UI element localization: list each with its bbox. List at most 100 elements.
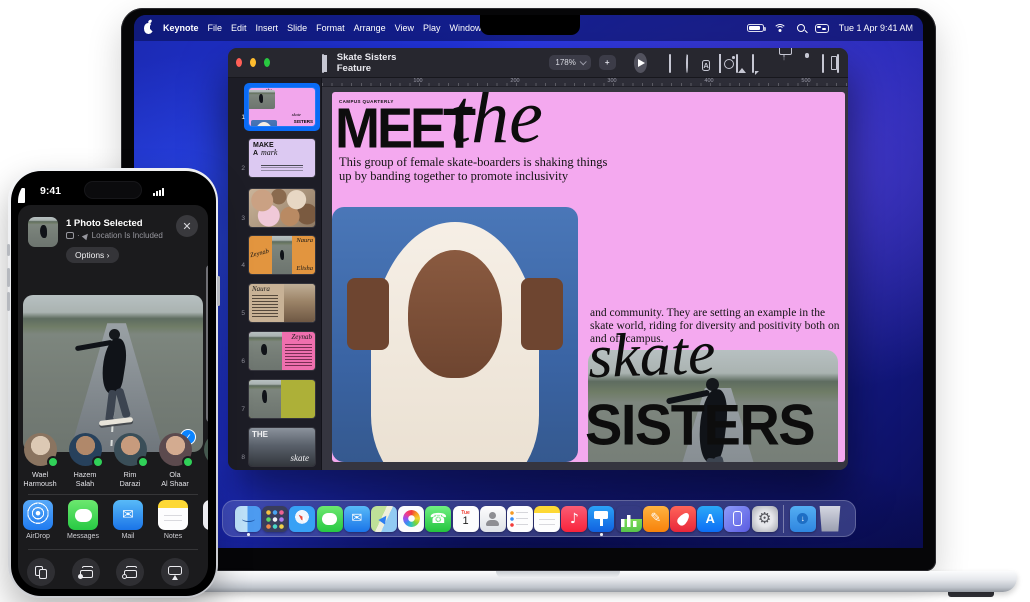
slide-thumbnail-5[interactable]: Naura — [249, 284, 315, 322]
text-box-icon[interactable]: A — [702, 55, 713, 71]
format-brush-icon[interactable] — [806, 55, 817, 71]
iphone-volume-up-button[interactable] — [7, 268, 10, 287]
menu-clock[interactable]: Tue 1 Apr 9:41 AM — [839, 23, 913, 33]
menu-slide[interactable]: Slide — [287, 23, 307, 33]
dock-safari[interactable] — [289, 506, 315, 532]
partial-app-icon[interactable] — [203, 500, 208, 530]
menu-edit[interactable]: Edit — [231, 23, 247, 33]
dock-reminders[interactable] — [507, 506, 533, 532]
table-icon[interactable] — [669, 55, 680, 71]
thumb-caption-lines — [252, 295, 278, 319]
dock-numbers[interactable] — [616, 506, 642, 532]
ruler-mark: 500 — [801, 78, 810, 84]
slide-tail-headline: SISTERS — [585, 391, 814, 457]
slide-headline-script: the — [450, 92, 543, 161]
menu-insert[interactable]: Insert — [256, 23, 279, 33]
dock-finder[interactable] — [235, 506, 261, 532]
contact-avatar[interactable] — [204, 433, 208, 466]
add-to-shared-album-button[interactable] — [116, 558, 144, 586]
battery-icon[interactable] — [747, 24, 764, 32]
apple-menu-icon[interactable] — [144, 23, 153, 34]
thumb-photo — [249, 380, 281, 418]
iphone-action-button[interactable] — [7, 244, 10, 256]
dock-keynote[interactable] — [588, 506, 614, 532]
dock-system-settings[interactable]: ⚙ — [752, 506, 778, 532]
close-window-button[interactable] — [236, 58, 242, 67]
menu-file[interactable]: File — [208, 23, 223, 33]
camera-notch — [480, 15, 580, 35]
dock-calendar[interactable]: Tue1 — [453, 506, 479, 532]
ruler-mark: 300 — [607, 78, 616, 84]
zoom-level-dropdown[interactable]: 178% — [549, 55, 590, 70]
dock-contacts[interactable] — [480, 506, 506, 532]
comment-icon[interactable] — [752, 55, 763, 71]
photo-preview[interactable]: ✓ — [23, 295, 203, 452]
slide-thumbnail-8[interactable]: THE skate — [249, 428, 315, 466]
slide-thumbnail-7[interactable]: Elisha — [249, 380, 315, 418]
dock-launchpad[interactable] — [262, 506, 288, 532]
slide-number: 5 — [230, 310, 245, 317]
options-button[interactable]: Options › — [66, 247, 119, 263]
dock-separator — [783, 505, 784, 533]
dock-iphone-mirroring[interactable] — [724, 506, 750, 532]
dock-music[interactable]: ♪ — [561, 506, 587, 532]
dock-messages[interactable] — [317, 506, 343, 532]
slide-thumbnail-1[interactable]: MEET the skate SISTERS — [249, 88, 315, 126]
contact-avatar[interactable] — [24, 433, 57, 466]
dock-downloads-folder[interactable]: ↓ — [790, 506, 816, 532]
media-icon[interactable] — [736, 55, 747, 71]
contact-avatar[interactable] — [114, 433, 147, 466]
slide-thumbnail-3[interactable] — [249, 189, 315, 227]
menu-window[interactable]: Window — [450, 23, 482, 33]
iphone-volume-down-button[interactable] — [7, 292, 10, 311]
menu-arrange[interactable]: Arrange — [354, 23, 386, 33]
iphone-side-button[interactable] — [217, 276, 220, 306]
copy-button[interactable] — [27, 558, 55, 586]
wifi-icon[interactable] — [774, 24, 787, 33]
dock-app-store[interactable]: A — [697, 506, 723, 532]
dock-photos[interactable] — [398, 506, 424, 532]
document-icon[interactable] — [837, 55, 848, 71]
add-to-album-button[interactable] — [72, 558, 100, 586]
play-button[interactable] — [634, 53, 647, 73]
add-slide-button[interactable]: + — [599, 55, 616, 70]
divider — [28, 494, 198, 495]
dock-notes[interactable] — [534, 506, 560, 532]
slide-thumbnail-6[interactable]: Zeynab — [249, 332, 315, 370]
slide-editor[interactable]: CAMPUS QUARTERLY MEET the This group of … — [332, 92, 845, 462]
slide-number: 7 — [230, 406, 245, 413]
album-stack-icon — [79, 566, 93, 578]
menu-format[interactable]: Format — [316, 23, 345, 33]
slide-photo-portrait[interactable] — [332, 207, 578, 462]
thumb-text: SISTERS — [294, 119, 313, 124]
mail-app-icon[interactable]: ✉ — [113, 500, 143, 530]
contact-avatar[interactable] — [69, 433, 102, 466]
view-toggle-icon[interactable] — [322, 55, 333, 71]
zoom-window-button[interactable] — [264, 58, 270, 67]
control-center-icon[interactable] — [815, 24, 829, 33]
dock-mail[interactable]: ✉ — [344, 506, 370, 532]
messages-app-icon[interactable] — [68, 500, 98, 530]
close-button[interactable]: ✕ — [176, 215, 198, 237]
airplay-button[interactable] — [161, 558, 189, 586]
menu-play[interactable]: Play — [423, 23, 441, 33]
notes-app-icon[interactable] — [158, 500, 188, 530]
dock-games[interactable] — [670, 506, 696, 532]
dock-pages[interactable]: ✎ — [643, 506, 669, 532]
share-icon[interactable] — [779, 55, 790, 71]
contact-avatar[interactable] — [159, 433, 192, 466]
airdrop-app-icon[interactable] — [23, 500, 53, 530]
dock-phone[interactable]: ☎ — [425, 506, 451, 532]
chart-icon[interactable] — [686, 55, 697, 71]
spotlight-icon[interactable] — [797, 24, 805, 32]
menu-app-name[interactable]: Keynote — [163, 23, 199, 33]
menu-view[interactable]: View — [395, 23, 414, 33]
slide-thumbnail-4[interactable]: Naura Zeynab Elisha — [249, 236, 315, 274]
minimize-window-button[interactable] — [250, 58, 256, 67]
next-photo-sliver[interactable] — [206, 265, 208, 422]
ruler-mark: 400 — [704, 78, 713, 84]
shape-icon[interactable] — [719, 55, 730, 71]
dock-trash[interactable] — [817, 506, 843, 532]
dock-maps[interactable] — [371, 506, 397, 532]
slide-thumbnail-2[interactable]: MAKE A mark — [249, 139, 315, 177]
